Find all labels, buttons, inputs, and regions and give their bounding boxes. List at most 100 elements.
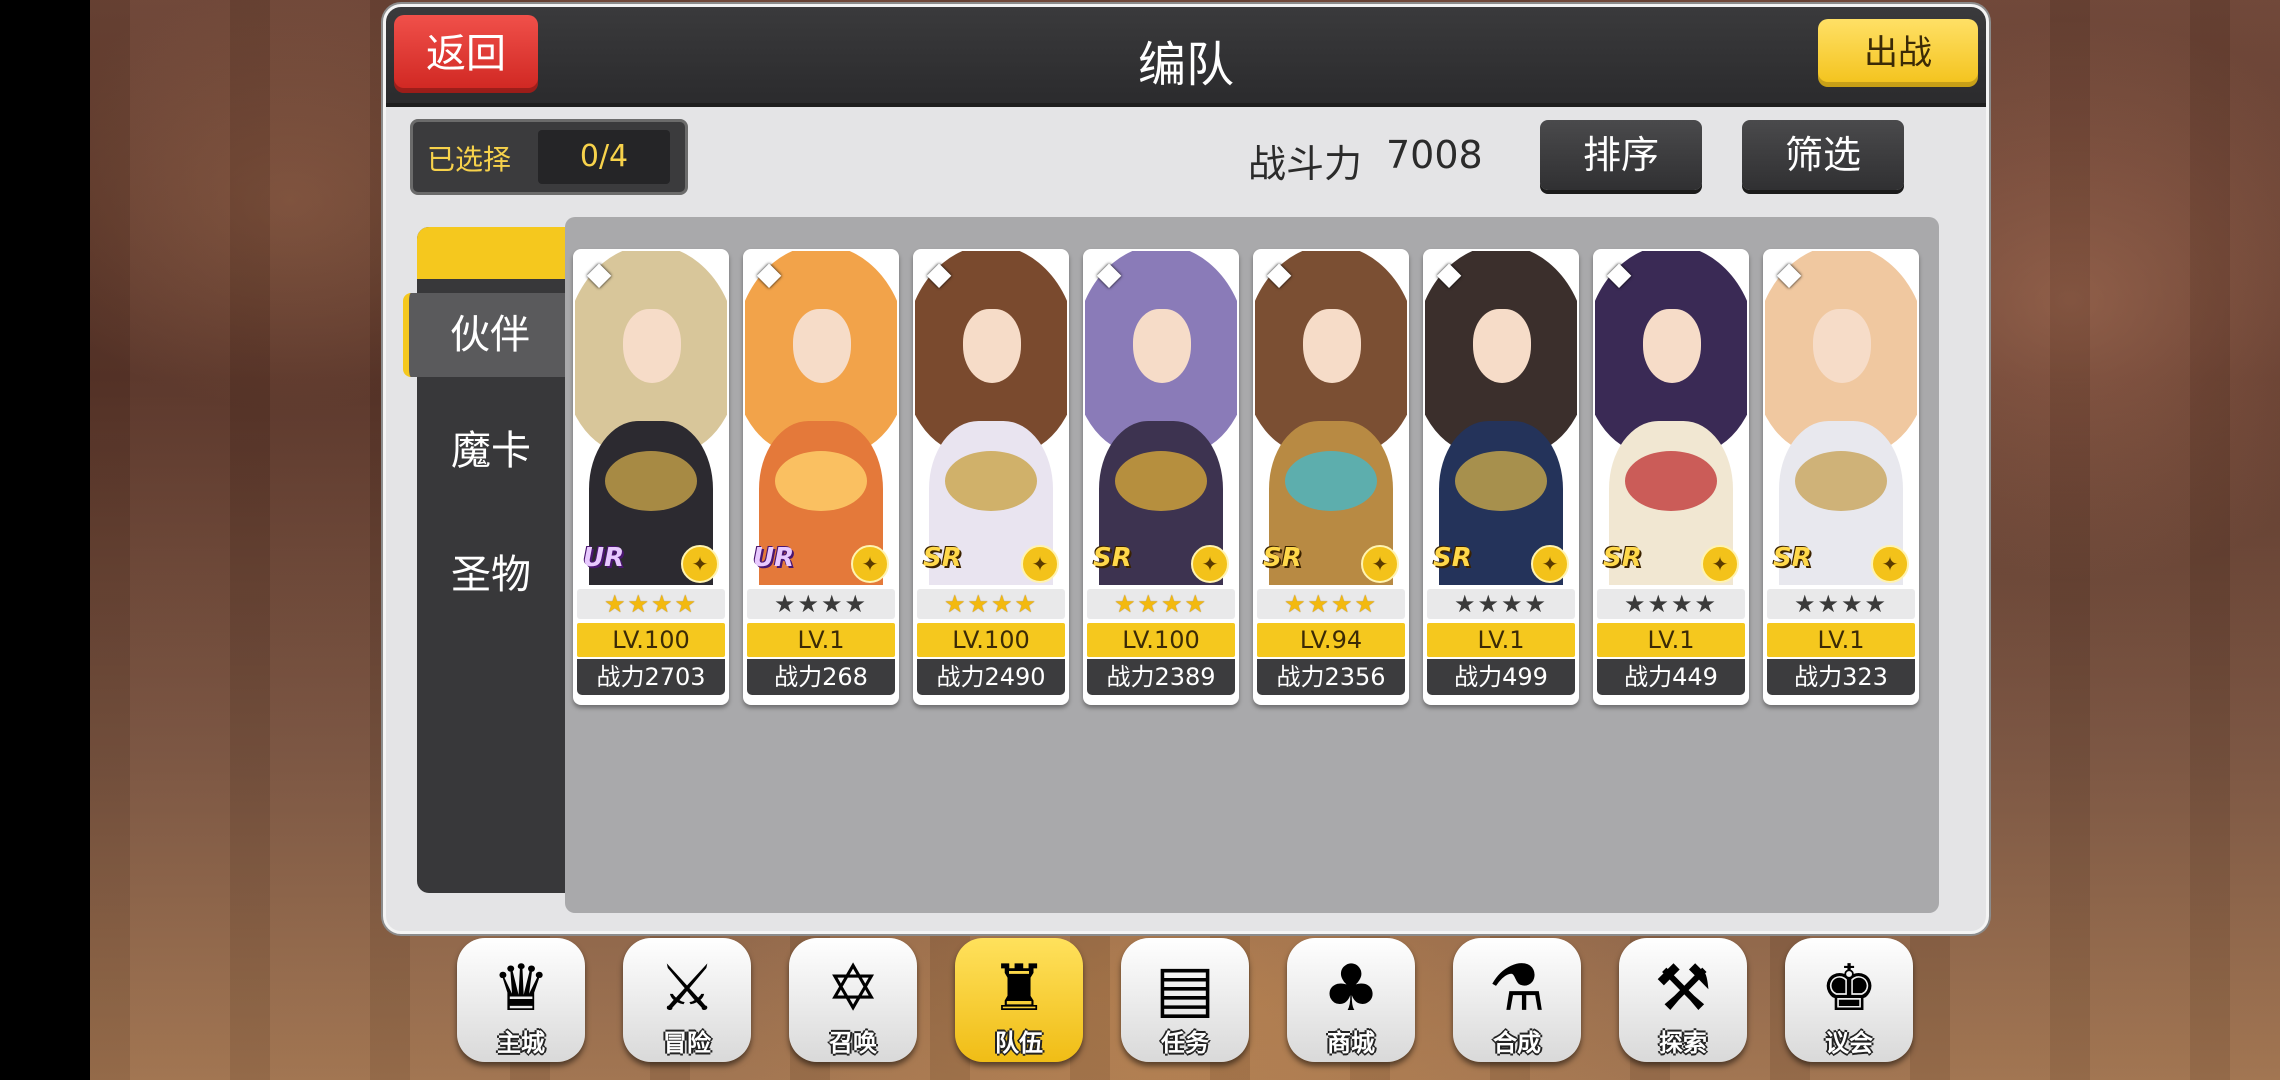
- character-portrait: ◆ SR ✦: [1765, 251, 1917, 585]
- portrait-face: [1133, 309, 1191, 383]
- council-crest-icon: ♚: [1820, 952, 1878, 1026]
- nav-label: 任务: [1161, 1029, 1209, 1057]
- portrait-accent: [1625, 451, 1717, 511]
- nav-button[interactable]: ⚗ 合成: [1453, 938, 1581, 1062]
- character-portrait: ◆ UR ✦: [575, 251, 727, 585]
- battle-button[interactable]: 出战: [1818, 19, 1978, 87]
- winged-crest-icon: ♜: [990, 952, 1048, 1026]
- nav-button[interactable]: ♛ 主城: [457, 938, 585, 1062]
- star-rating: ★★★★: [1597, 589, 1745, 619]
- character-card[interactable]: ◆ SR ✦ ★★★★ LV.1 战力449: [1593, 249, 1749, 705]
- feather-icon: ✦: [681, 545, 719, 583]
- crossed-axes-icon: ⚔: [658, 952, 716, 1026]
- filter-button[interactable]: 筛选: [1742, 120, 1904, 190]
- total-power-value: 7008: [1386, 133, 1483, 177]
- target-icon: ✦: [1361, 545, 1399, 583]
- sort-button[interactable]: 排序: [1540, 120, 1702, 190]
- bow-icon: ✦: [1021, 545, 1059, 583]
- character-card[interactable]: ◆ SR ✦ ★★★★ LV.100 战力2490: [913, 249, 1069, 705]
- star-rating: ★★★★: [1767, 589, 1915, 619]
- diamond-icon: ◆: [1776, 254, 1802, 292]
- cross-icon: ✦: [1191, 545, 1229, 583]
- level-label: LV.1: [747, 623, 895, 657]
- star-rating: ★★★★: [917, 589, 1065, 619]
- combat-power-label: 战力2389: [1087, 659, 1235, 695]
- portrait-face: [1813, 309, 1871, 383]
- nav-label: 召唤: [829, 1029, 877, 1057]
- character-portrait: ◆ SR ✦: [1255, 251, 1407, 585]
- diamond-icon: ◆: [1266, 254, 1292, 292]
- tab-partners[interactable]: 伙伴: [403, 293, 571, 377]
- rarity-badge: SR: [1433, 543, 1472, 573]
- crown-icon: ♛: [492, 952, 550, 1026]
- tab-relics[interactable]: 圣物: [417, 533, 565, 617]
- letterbox-left: [0, 0, 90, 1080]
- portrait-face: [1473, 309, 1531, 383]
- cross-icon: ✦: [851, 545, 889, 583]
- character-card[interactable]: ◆ SR ✦ ★★★★ LV.94 战力2356: [1253, 249, 1409, 705]
- combat-power-label: 战力2703: [577, 659, 725, 695]
- character-card[interactable]: ◆ UR ✦ ★★★★ LV.100 战力2703: [573, 249, 729, 705]
- portrait-face: [1303, 309, 1361, 383]
- tab-magic-cards[interactable]: 魔卡: [417, 409, 565, 493]
- nav-label: 探索: [1659, 1029, 1707, 1057]
- star-rating: ★★★★: [1427, 589, 1575, 619]
- portrait-accent: [945, 451, 1037, 511]
- portrait-face: [963, 309, 1021, 383]
- nav-button[interactable]: ⚔ 冒险: [623, 938, 751, 1062]
- portrait-accent: [1115, 451, 1207, 511]
- combat-power-label: 战力323: [1767, 659, 1915, 695]
- nav-button[interactable]: ♚ 议会: [1785, 938, 1913, 1062]
- rarity-badge: SR: [1773, 543, 1812, 573]
- portrait-accent: [775, 451, 867, 511]
- character-card[interactable]: ◆ UR ✦ ★★★★ LV.1 战力268: [743, 249, 899, 705]
- combat-power-label: 战力449: [1597, 659, 1745, 695]
- star-rating: ★★★★: [577, 589, 725, 619]
- category-sidebar: 伙伴 魔卡 圣物: [403, 227, 571, 893]
- potion-icon: ⚗: [1488, 952, 1546, 1026]
- character-portrait: ◆ SR ✦: [1425, 251, 1577, 585]
- combat-power-label: 战力268: [747, 659, 895, 695]
- feather-icon: ✦: [1531, 545, 1569, 583]
- bow-icon: ✦: [1701, 545, 1739, 583]
- nav-button[interactable]: ▤ 任务: [1121, 938, 1249, 1062]
- level-label: LV.94: [1257, 623, 1405, 657]
- nav-label: 合成: [1493, 1029, 1541, 1057]
- character-card[interactable]: ◆ SR ✦ ★★★★ LV.100 战力2389: [1083, 249, 1239, 705]
- level-label: LV.1: [1597, 623, 1745, 657]
- level-label: LV.100: [577, 623, 725, 657]
- character-grid: ◆ UR ✦ ★★★★ LV.100 战力2703 ◆ UR ✦ ★★★★ LV.1 战力268 ◆ SR…: [565, 217, 1939, 913]
- level-label: LV.1: [1427, 623, 1575, 657]
- diamond-icon: ◆: [756, 254, 782, 292]
- star-rating: ★★★★: [1087, 589, 1235, 619]
- portrait-accent: [1455, 451, 1547, 511]
- total-power-label: 战斗力: [1248, 142, 1363, 186]
- portrait-accent: [1285, 451, 1377, 511]
- nav-button[interactable]: ⚒ 探索: [1619, 938, 1747, 1062]
- rarity-badge: SR: [1263, 543, 1302, 573]
- nav-button[interactable]: ✡ 召唤: [789, 938, 917, 1062]
- diamond-icon: ◆: [1096, 254, 1122, 292]
- combat-power-label: 战力2356: [1257, 659, 1405, 695]
- character-portrait: ◆ SR ✦: [915, 251, 1067, 585]
- portrait-face: [623, 309, 681, 383]
- summon-card-icon: ✡: [826, 952, 880, 1026]
- nav-button[interactable]: ♜ 队伍: [955, 938, 1083, 1062]
- page-title: 编队: [1137, 37, 1234, 93]
- quest-book-icon: ▤: [1154, 952, 1216, 1026]
- nav-button[interactable]: ♣ 商城: [1287, 938, 1415, 1062]
- shop-tree-icon: ♣: [1322, 952, 1380, 1026]
- character-portrait: ◆ SR ✦: [1595, 251, 1747, 585]
- character-card[interactable]: ◆ SR ✦ ★★★★ LV.1 战力323: [1763, 249, 1919, 705]
- character-card[interactable]: ◆ SR ✦ ★★★★ LV.1 战力499: [1423, 249, 1579, 705]
- rarity-badge: SR: [1093, 543, 1132, 573]
- character-portrait: ◆ UR ✦: [745, 251, 897, 585]
- selected-count-box: 已选择 0/4: [410, 119, 688, 195]
- nav-label: 商城: [1327, 1029, 1375, 1057]
- portrait-face: [1643, 309, 1701, 383]
- combat-power-label: 战力2490: [917, 659, 1065, 695]
- portrait-face: [793, 309, 851, 383]
- selected-label: 已选择: [427, 143, 512, 176]
- level-label: LV.100: [1087, 623, 1235, 657]
- rarity-badge: UR: [583, 543, 625, 573]
